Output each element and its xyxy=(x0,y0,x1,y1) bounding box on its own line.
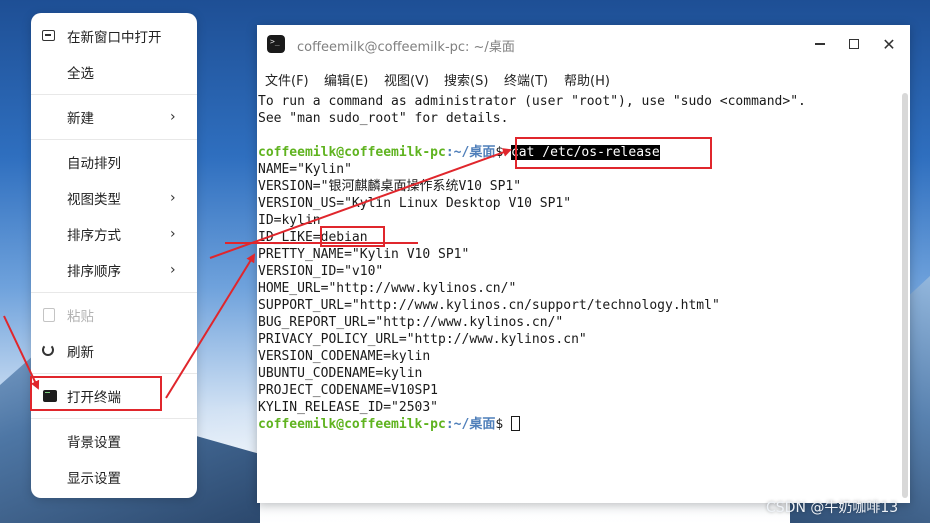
arrow-to-open-terminal xyxy=(3,315,40,390)
arrow-to-terminal-command xyxy=(209,148,512,259)
annotation-arrows xyxy=(3,148,512,399)
arrow-to-terminal-window xyxy=(165,253,256,399)
watermark: CSDN @牛奶咖啡13 xyxy=(766,500,899,516)
